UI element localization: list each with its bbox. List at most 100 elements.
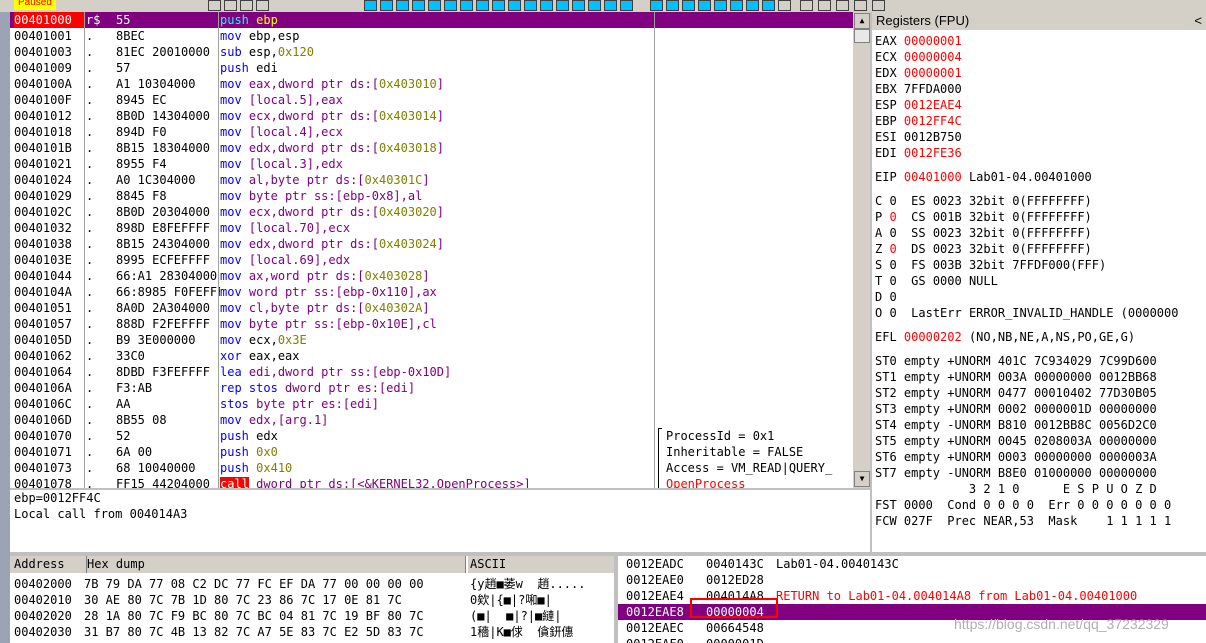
fpu-row[interactable]: ST5 empty +UNORM 0045 0208003A 00000000 <box>875 433 1157 449</box>
disasm-row[interactable]: 00401051. 8A0D 2A304000 mov cl,byte ptr ds… <box>10 300 853 316</box>
toolbar-button[interactable] <box>746 0 759 11</box>
toolbar-button[interactable] <box>800 0 813 11</box>
toolbar-button[interactable] <box>240 0 253 11</box>
flag-row[interactable]: S 0 FS 003B 32bit 7FFDF000(FFF) <box>875 257 1106 273</box>
flag-row[interactable]: C 0 ES 0023 32bit 0(FFFFFFFF) <box>875 193 1092 209</box>
toolbar-button[interactable] <box>540 0 553 11</box>
disasm-row[interactable]: 00401001. 8BEC mov ebp,esp <box>10 28 853 44</box>
toolbar-button[interactable] <box>428 0 441 11</box>
toolbar-button[interactable] <box>524 0 537 11</box>
toolbar-button[interactable] <box>412 0 425 11</box>
toolbar-button[interactable] <box>444 0 457 11</box>
column-header-ascii[interactable]: ASCII <box>468 556 614 573</box>
disasm-row[interactable]: 0040106A. F3:AB rep stos dword ptr es:[edi… <box>10 380 853 396</box>
toolbar-button[interactable] <box>666 0 679 11</box>
disasm-row[interactable]: 0040102C. 8B0D 20304000 mov ecx,dword ptr … <box>10 204 853 220</box>
fpu-row[interactable]: FCW 027F Prec NEAR,53 Mask 1 1 1 1 1 <box>875 513 1171 529</box>
disasm-row[interactable]: 00401057. 888D F2FEFFFF mov byte ptr ss:[e… <box>10 316 853 332</box>
disasm-row[interactable]: 00401018. 894D F0 mov [local.4],ecx <box>10 124 853 140</box>
toolbar-button[interactable] <box>714 0 727 11</box>
register-row[interactable]: EIP 00401000 Lab01-04.00401000 <box>875 169 1092 185</box>
registers-pane[interactable]: Registers (FPU) < EAX 00000001 ECX 000000… <box>872 12 1206 552</box>
scroll-thumb[interactable] <box>854 29 870 43</box>
toolbar-button[interactable] <box>508 0 521 11</box>
flag-row[interactable]: O 0 LastErr ERROR_INVALID_HANDLE (000000… <box>875 305 1178 321</box>
disasm-row[interactable]: 00401062. 33C0 xor eax,eax <box>10 348 853 364</box>
disasm-row[interactable]: 0040100A. A1 10304000 mov eax,dword ptr ds… <box>10 76 853 92</box>
fpu-row[interactable]: 3 2 1 0 E S P U O Z D <box>875 481 1157 497</box>
toolbar-button[interactable] <box>476 0 489 11</box>
disasm-row[interactable]: 00401038. 8B15 24304000 mov edx,dword ptr … <box>10 236 853 252</box>
stack-row[interactable]: 0012EADC 0040143C Lab01-04.0040143C <box>618 556 1206 572</box>
toolbar-button[interactable] <box>460 0 473 11</box>
fpu-row[interactable]: ST2 empty +UNORM 0477 00010402 77D30B05 <box>875 385 1157 401</box>
registers-header[interactable]: Registers (FPU) < <box>872 12 1206 30</box>
register-row[interactable]: ECX 00000004 <box>875 49 962 65</box>
fpu-row[interactable]: ST0 empty +UNORM 401C 7C934029 7C99D600 <box>875 353 1157 369</box>
toolbar-button[interactable] <box>492 0 505 11</box>
toolbar-button[interactable] <box>620 0 633 11</box>
fpu-row[interactable]: FST 0000 Cond 0 0 0 0 Err 0 0 0 0 0 0 0 <box>875 497 1171 513</box>
disasm-row[interactable]: 0040105D. B9 3E000000 mov ecx,0x3E <box>10 332 853 348</box>
column-header-hex[interactable]: Hex dump <box>87 556 466 573</box>
disasm-row[interactable]: 0040106C. AA stos byte ptr es:[edi] <box>10 396 853 412</box>
register-row[interactable]: ESP 0012EAE4 <box>875 97 962 113</box>
disasm-row[interactable]: 00401044. 66:A1 28304000 mov ax,word ptr d… <box>10 268 853 284</box>
fpu-row[interactable]: ST6 empty +UNORM 0003 00000000 0000003A <box>875 449 1157 465</box>
disasm-row[interactable]: 00401003. 81EC 20010000 sub esp,0x120 <box>10 44 853 60</box>
toolbar-button[interactable] <box>380 0 393 11</box>
toolbar-button[interactable] <box>208 0 221 11</box>
column-header-address[interactable]: Address <box>10 556 87 573</box>
fpu-row[interactable]: ST1 empty +UNORM 003A 00000000 0012BB68 <box>875 369 1157 385</box>
disasm-row[interactable]: 0040106D. 8B55 08 mov edx,[arg.1] <box>10 412 853 428</box>
disasm-row[interactable]: 0040104A. 66:8985 F0FEFFFFmov word ptr ss… <box>10 284 853 300</box>
toolbar-button[interactable] <box>364 0 377 11</box>
disasm-row[interactable]: 00401009. 57 push edi <box>10 60 853 76</box>
toolbar-button[interactable] <box>730 0 743 11</box>
disasm-row[interactable]: 0040103E. 8995 ECFEFFFF mov [local.69],edx <box>10 252 853 268</box>
hex-dump-pane[interactable]: Address Hex dump ASCII 00402000 7B 79 DA … <box>10 556 614 643</box>
disasm-row[interactable]: 00401012. 8B0D 14304000 mov ecx,dword ptr … <box>10 108 853 124</box>
toolbar-button[interactable] <box>572 0 585 11</box>
register-row[interactable]: EFL 00000202 (NO,NB,NE,A,NS,PO,GE,G) <box>875 329 1135 345</box>
toolbar-button[interactable] <box>682 0 695 11</box>
disasm-row[interactable]: 00401064. 8DBD F3FEFFFF lea edi,dword ptr … <box>10 364 853 380</box>
collapse-icon[interactable]: < <box>1194 12 1202 30</box>
stack-row[interactable]: 0012EAE0 0012ED28 <box>618 572 1206 588</box>
disasm-row[interactable]: 0040101B. 8B15 18304000 mov edx,dword ptr … <box>10 140 853 156</box>
disasm-row[interactable]: 00401021. 8955 F4 mov [local.3],edx <box>10 156 853 172</box>
toolbar-button[interactable] <box>872 0 885 11</box>
toolbar-button[interactable] <box>854 0 867 11</box>
disasm-row[interactable]: 00401029. 8845 F8 mov byte ptr ss:[ebp-0x8… <box>10 188 853 204</box>
disasm-row[interactable]: 0040100F. 8945 EC mov [local.5],eax <box>10 92 853 108</box>
toolbar-button[interactable] <box>224 0 237 11</box>
register-row[interactable]: EBP 0012FF4C <box>875 113 962 129</box>
disasm-row[interactable]: 00401000 r$ 55 push ebp <box>10 12 853 28</box>
flag-row[interactable]: A 0 SS 0023 32bit 0(FFFFFFFF) <box>875 225 1092 241</box>
toolbar-button[interactable] <box>650 0 663 11</box>
flag-row[interactable]: T 0 GS 0000 NULL <box>875 273 998 289</box>
register-row[interactable]: ESI 0012B750 <box>875 129 962 145</box>
register-row[interactable]: EAX 00000001 <box>875 33 962 49</box>
scroll-up-button[interactable]: ▲ <box>854 13 870 29</box>
toolbar-button[interactable] <box>588 0 601 11</box>
fpu-row[interactable]: ST4 empty -UNORM B810 0012BB8C 0056D2C0 <box>875 417 1157 433</box>
toolbar-button[interactable] <box>778 0 791 11</box>
toolbar-button[interactable] <box>818 0 831 11</box>
toolbar-button[interactable] <box>256 0 269 11</box>
disasm-row[interactable]: 00401032. 898D E8FEFFFF mov [local.70],ecx <box>10 220 853 236</box>
fpu-row[interactable]: ST3 empty +UNORM 0002 0000001D 00000000 <box>875 401 1157 417</box>
toolbar-button[interactable] <box>762 0 775 11</box>
flag-row[interactable]: P 0 CS 001B 32bit 0(FFFFFFFF) <box>875 209 1092 225</box>
disasm-row[interactable]: 00401024. A0 1C304000 mov al,byte ptr ds:[… <box>10 172 853 188</box>
toolbar-button[interactable] <box>604 0 617 11</box>
register-row[interactable]: EDI 0012FE36 <box>875 145 962 161</box>
toolbar-button[interactable] <box>698 0 711 11</box>
disassembly-pane[interactable]: 00401000 r$ 55 push ebp 00401001. 8BEC mov ebp… <box>10 12 870 488</box>
fpu-row[interactable]: ST7 empty -UNORM B8E0 01000000 00000000 <box>875 465 1157 481</box>
register-row[interactable]: EBX 7FFDA000 <box>875 81 962 97</box>
stack-row[interactable]: 0012EAF0 0000001D <box>618 636 1206 643</box>
flag-row[interactable]: D 0 <box>875 289 911 305</box>
toolbar-button[interactable] <box>556 0 569 11</box>
register-row[interactable]: EDX 00000001 <box>875 65 962 81</box>
